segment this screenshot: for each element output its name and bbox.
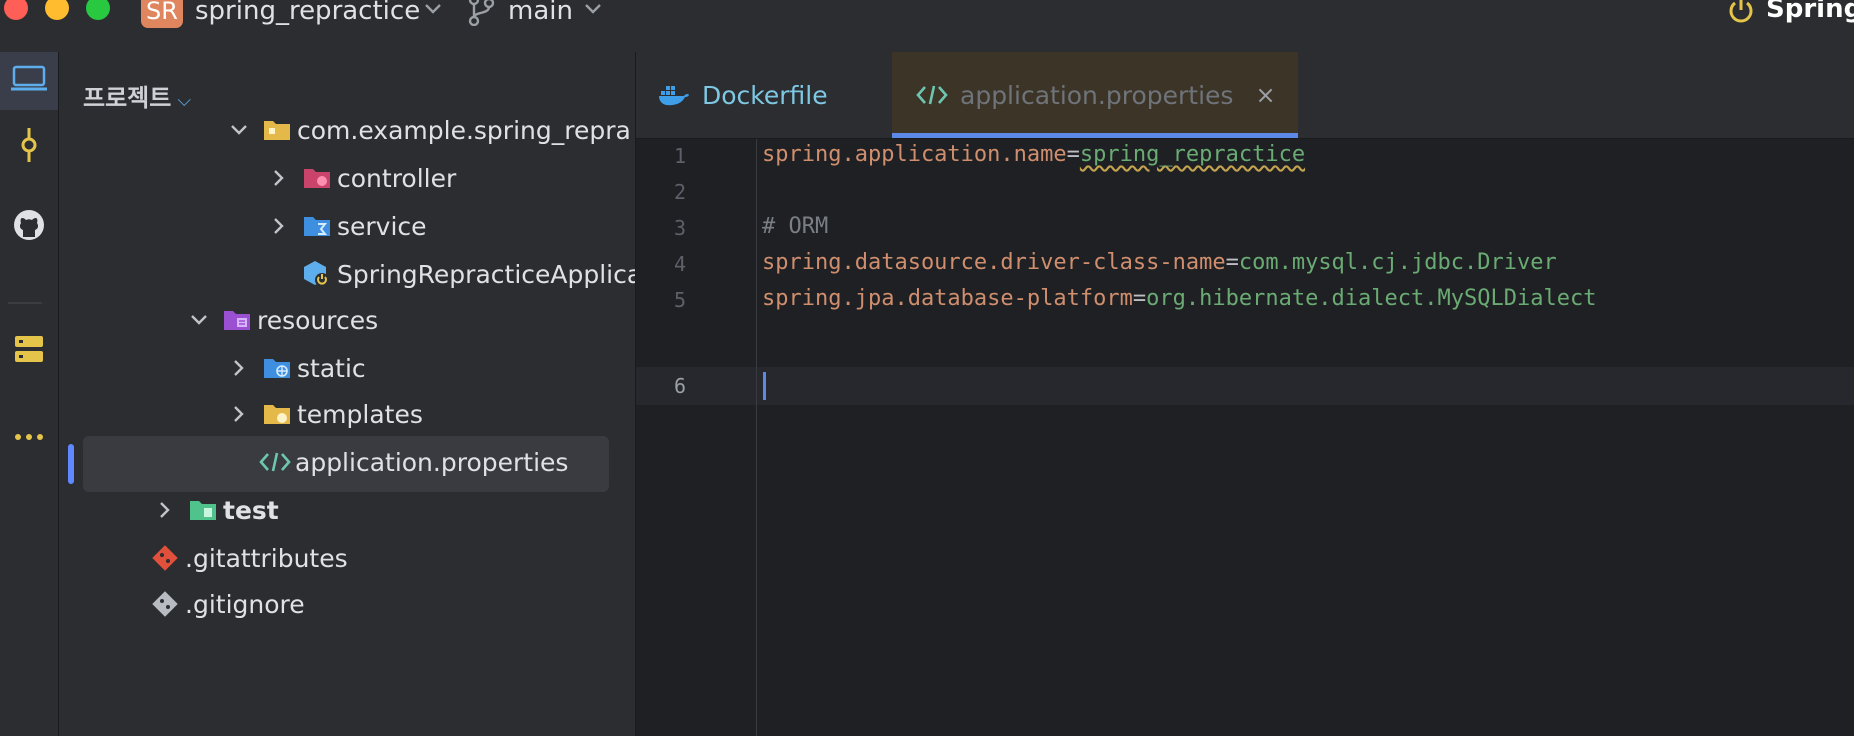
title-bar: SR spring_repractice main SpringR (0, 0, 1854, 53)
property-key: spring.datasource.driver-class-name (762, 250, 1226, 275)
tree-item-label: application.properties (295, 447, 569, 477)
chevron-right-icon[interactable] (227, 406, 251, 422)
tree-item-label: controller (337, 163, 457, 193)
power-icon (1726, 0, 1756, 30)
resources-folder-icon (221, 304, 253, 336)
tree-item-test[interactable]: test (59, 484, 635, 536)
property-value: com.mysql.cj.jdbc.Driver (1238, 250, 1557, 275)
commit-tool-button[interactable] (0, 118, 58, 176)
tree-item-label: templates (297, 399, 423, 429)
docker-icon (658, 83, 690, 107)
equals-sign: = (1066, 142, 1080, 167)
project-name[interactable]: spring_repractice (195, 0, 420, 28)
tree-item-gitattributes[interactable]: .gitattributes (59, 532, 635, 584)
tab-dockerfile[interactable]: Dockerfile (658, 52, 828, 138)
line-number: 1 (674, 144, 687, 168)
tree-item-service[interactable]: service (59, 200, 635, 252)
chevron-right-icon[interactable] (267, 218, 291, 234)
chevron-down-icon[interactable] (584, 0, 602, 19)
project-icon (11, 65, 47, 97)
service-folder-icon (301, 210, 333, 242)
project-panel: 프로젝트 ⌵ com.example.spring_repra controlle… (59, 52, 636, 736)
run-config-label: SpringR (1766, 0, 1854, 24)
chevron-right-icon[interactable] (153, 502, 177, 518)
properties-file-icon (916, 84, 948, 106)
current-line-highlight (636, 367, 1854, 405)
code-line-5[interactable]: spring.jpa.database-platform=org.hiberna… (762, 286, 1596, 311)
properties-file-icon (259, 446, 291, 478)
tab-label: Dockerfile (702, 80, 828, 110)
tree-item-spring-class[interactable]: SpringRepracticeApplica (59, 248, 636, 300)
tree-item-templates[interactable]: templates (59, 388, 635, 440)
test-folder-icon (187, 494, 219, 526)
tree-item-label: SpringRepracticeApplica (337, 259, 636, 289)
editor-tab-bar: Dockerfile application.properties × (636, 52, 1854, 139)
editor-area: Dockerfile application.properties × 1 2 … (636, 52, 1854, 736)
tree-item-label: static (297, 353, 366, 383)
web-folder-icon (261, 352, 293, 384)
chevron-right-icon[interactable] (267, 170, 291, 186)
chevron-right-icon[interactable] (227, 360, 251, 376)
tree-item-gitignore[interactable]: .gitignore (59, 578, 635, 630)
tree-item-label: resources (257, 305, 379, 335)
tree-item-label: test (223, 495, 279, 525)
property-key: spring.jpa.database-platform (762, 286, 1133, 311)
git-branch-icon[interactable] (466, 0, 496, 30)
line-number: 6 (674, 374, 687, 398)
code-line-1[interactable]: spring.application.name=spring_repractic… (762, 142, 1305, 167)
tree-item-resources[interactable]: resources (59, 294, 635, 346)
tree-item-application-properties[interactable]: application.properties (59, 436, 635, 492)
git-file-icon (149, 542, 181, 574)
controller-folder-icon (301, 162, 333, 194)
code-line-4[interactable]: spring.datasource.driver-class-name=com.… (762, 250, 1557, 275)
tab-label: application.properties (960, 80, 1234, 110)
zoom-window-button[interactable] (86, 0, 110, 20)
github-icon (12, 208, 46, 246)
line-number: 4 (674, 252, 687, 276)
equals-sign: = (1225, 250, 1239, 275)
project-tool-button[interactable] (0, 52, 58, 110)
active-tab-indicator (892, 133, 1298, 138)
tree-item-controller[interactable]: controller (59, 152, 635, 204)
chevron-down-icon[interactable] (424, 0, 442, 19)
code-line-3[interactable]: # ORM (762, 214, 828, 239)
comment: # ORM (762, 214, 829, 239)
commit-icon (17, 128, 41, 166)
chevron-down-icon[interactable] (227, 124, 251, 136)
branch-name[interactable]: main (508, 0, 573, 28)
text-caret (763, 372, 766, 400)
tree-item-label: .gitattributes (185, 543, 348, 573)
property-value: org.hibernate.dialect.MySQLDialect (1146, 286, 1597, 311)
line-number: 2 (674, 180, 687, 204)
line-number: 5 (674, 288, 687, 312)
tree-item-static[interactable]: static (59, 342, 635, 394)
templates-folder-icon (261, 398, 293, 430)
close-tab-icon[interactable]: × (1255, 81, 1275, 109)
tree-item-package[interactable]: com.example.spring_repra (59, 104, 635, 156)
services-tool-button[interactable] (0, 322, 58, 380)
line-number: 3 (674, 216, 687, 240)
project-badge[interactable]: SR (141, 0, 183, 28)
chevron-down-icon[interactable] (187, 314, 211, 326)
tree-item-label: com.example.spring_repra (297, 115, 631, 145)
more-icon (14, 426, 44, 445)
property-key: spring.application.name (762, 142, 1067, 167)
minimize-window-button[interactable] (45, 0, 69, 20)
more-tools-button[interactable] (0, 406, 58, 464)
tab-application-properties[interactable]: application.properties × (892, 52, 1298, 138)
gitignore-file-icon (149, 588, 181, 620)
activity-bar (0, 52, 59, 736)
tree-item-label: service (337, 211, 427, 241)
tree-item-label: .gitignore (185, 589, 305, 619)
github-tool-button[interactable] (0, 198, 58, 256)
line-number-gutter (636, 139, 757, 736)
spring-boot-class-icon (301, 258, 333, 290)
package-folder-icon (261, 114, 293, 146)
close-window-button[interactable] (4, 0, 28, 20)
services-icon (13, 333, 45, 369)
property-value: spring_repractice (1079, 142, 1306, 167)
equals-sign: = (1132, 286, 1147, 311)
